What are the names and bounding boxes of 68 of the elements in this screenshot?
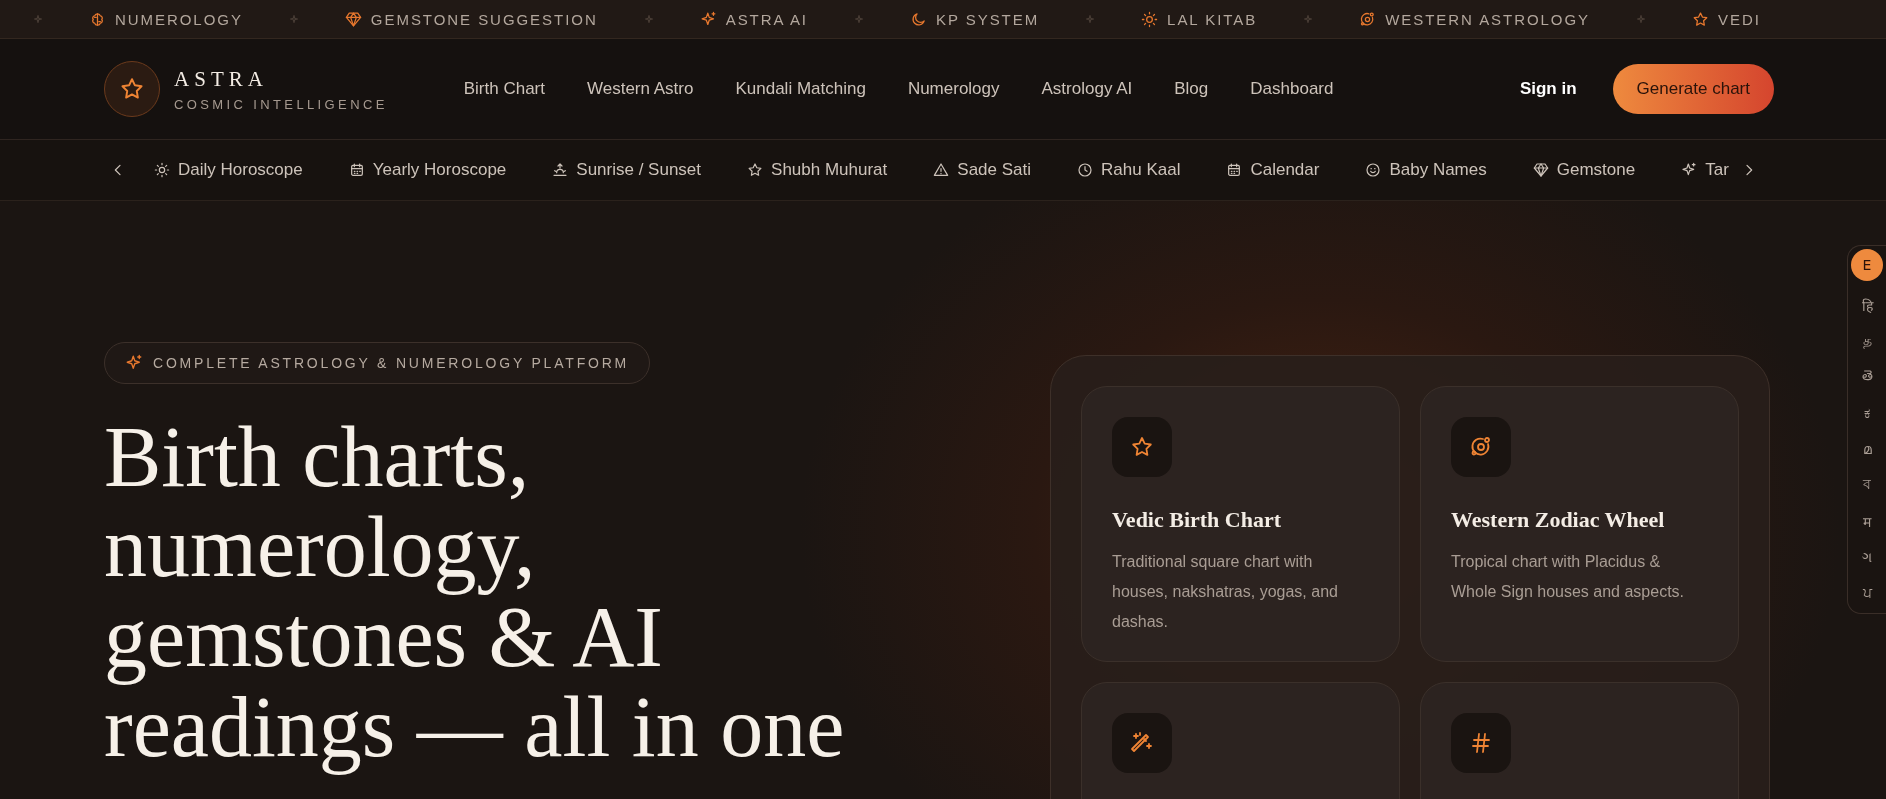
clock-icon: [1077, 162, 1094, 178]
feature-card[interactable]: Western Zodiac Wheel Tropical chart with Placidus & Whole Sign houses and aspects.: [1420, 386, 1739, 662]
sunrise-icon: [552, 162, 569, 178]
subnav-link[interactable]: Shubh Muhurat: [747, 160, 888, 180]
warning-icon: [933, 162, 950, 178]
language-option[interactable]: हि: [1851, 293, 1883, 317]
subnav-link[interactable]: Calendar: [1226, 160, 1320, 180]
sun-icon: [154, 162, 170, 178]
ticker-label: WESTERN ASTROLOGY: [1385, 10, 1591, 28]
brand-tagline: COSMIC INTELLIGENCE: [174, 96, 388, 112]
sparkle-icon: [125, 354, 143, 372]
brain-icon: [89, 10, 106, 28]
generate-chart-button[interactable]: Generate chart: [1612, 64, 1774, 114]
nav-link[interactable]: Astrology AI: [1041, 79, 1133, 99]
star-icon: [1130, 435, 1154, 459]
subnav-link[interactable]: Sunrise / Sunset: [552, 160, 702, 180]
card-title: Western Zodiac Wheel: [1451, 507, 1666, 533]
nav-link[interactable]: Blog: [1174, 79, 1209, 99]
language-option[interactable]: മ: [1851, 437, 1883, 461]
logo-badge[interactable]: [104, 61, 160, 117]
subnav-link[interactable]: Yearly Horoscope: [348, 160, 507, 180]
orbit-icon: [1359, 10, 1377, 28]
nav-link[interactable]: Birth Chart: [463, 79, 545, 99]
card-description: Traditional square chart with houses, nakshatras, yogas, and dashas.: [1112, 552, 1339, 632]
subnav-link[interactable]: Tar: [1681, 160, 1729, 180]
wand-icon: [1130, 731, 1154, 755]
sign-in-link[interactable]: Sign in: [1519, 79, 1577, 99]
nav-link[interactable]: Numerology: [907, 79, 1000, 99]
gem-icon: [1532, 162, 1549, 178]
ticker-label: ASTRA AI: [725, 10, 808, 28]
smiley-icon: [1365, 162, 1382, 178]
star-icon: [747, 162, 764, 178]
feature-card[interactable]: Vedic Birth Chart Traditional square chart with houses, nakshatras, yogas, and dashas.: [1081, 386, 1400, 662]
nav-link[interactable]: Western Astro: [587, 79, 694, 99]
ticker-label: VEDI: [1718, 10, 1761, 28]
nav-link[interactable]: Kundali Matching: [735, 79, 866, 99]
moon-icon: [909, 10, 927, 28]
calendar-icon: [1226, 162, 1243, 178]
subnav-link[interactable]: Baby Names: [1365, 160, 1487, 180]
language-option[interactable]: म: [1851, 509, 1883, 533]
badge-label: COMPLETE ASTROLOGY & NUMEROLOGY PLATFORM: [153, 355, 630, 371]
sun-icon: [1141, 10, 1159, 28]
subnav-link[interactable]: Gemstone: [1532, 160, 1636, 180]
language-option[interactable]: E: [1851, 249, 1883, 281]
subnav-link[interactable]: Rahu Kaal: [1077, 160, 1181, 180]
sparkle-icon: [1681, 162, 1698, 178]
card-title: Vedic Birth Chart: [1112, 507, 1283, 533]
subnav-link[interactable]: Sade Sati: [933, 160, 1032, 180]
star-icon: [1692, 10, 1710, 28]
hash-icon: [1469, 731, 1493, 755]
gem-icon: [344, 10, 362, 28]
card-description: Tropical chart with Placidus & Whole Sign houses and aspects.: [1451, 552, 1686, 602]
subnav-link[interactable]: Daily Horoscope: [154, 160, 303, 180]
ticker-label: NUMEROLOGY: [115, 10, 243, 28]
brand-name: ASTRA: [174, 66, 270, 92]
calendar-icon: [348, 162, 365, 178]
ticker-label: GEMSTONE SUGGESTION: [370, 10, 598, 28]
language-option[interactable]: ગ: [1851, 545, 1883, 569]
language-option[interactable]: த: [1851, 329, 1883, 353]
language-option[interactable]: ব: [1851, 473, 1883, 497]
language-option[interactable]: ਪ: [1851, 581, 1883, 605]
ticker-label: LAL KITAB: [1167, 10, 1258, 28]
sparkle-icon: [699, 10, 717, 28]
language-option[interactable]: ಕ: [1851, 401, 1883, 425]
sparkle-icon: [31, 12, 45, 26]
language-option[interactable]: తె: [1851, 365, 1883, 389]
ticker-label: KP SYSTEM: [935, 10, 1040, 28]
nav-link[interactable]: Dashboard: [1250, 79, 1334, 99]
